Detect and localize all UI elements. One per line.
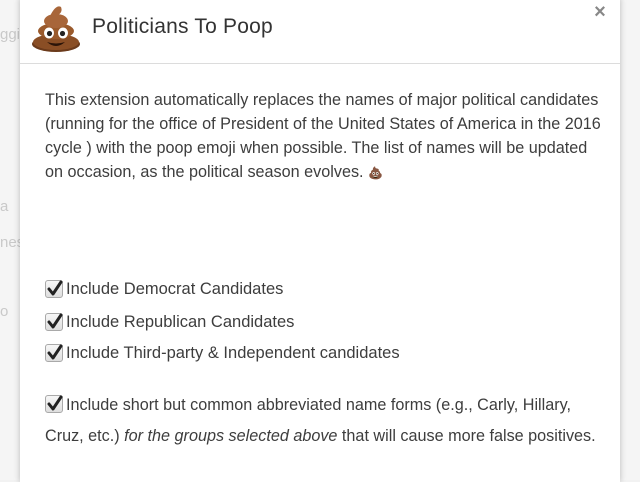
abbreviated-label-emphasis: for the groups selected above xyxy=(124,427,338,445)
description-text: This extension automatically replaces th… xyxy=(45,91,601,181)
checkmark-icon xyxy=(47,280,63,296)
checkmark-icon xyxy=(47,395,63,411)
dialog-title: Politicians To Poop xyxy=(92,15,273,38)
extension-description: This extension automatically replaces th… xyxy=(45,88,605,185)
third-party-checkbox[interactable] xyxy=(45,344,63,362)
democrat-checkbox[interactable] xyxy=(45,280,63,298)
dialog-header: Politicians To Poop × xyxy=(20,0,620,64)
checkmark-icon xyxy=(47,313,63,329)
close-button[interactable]: × xyxy=(590,2,610,22)
background-text-fragment: a xyxy=(0,198,9,215)
abbreviated-checkbox[interactable] xyxy=(45,395,63,413)
option-third-party[interactable]: Include Third-party & Independent candid… xyxy=(45,340,400,366)
background-text-fragment: o xyxy=(0,303,9,320)
background-text-fragment: ggi xyxy=(0,26,21,43)
option-republican[interactable]: Include Republican Candidates xyxy=(45,309,294,335)
options-dialog: Politicians To Poop × This extension aut… xyxy=(20,0,620,482)
option-abbreviated-names[interactable]: Include short but common abbreviated nam… xyxy=(45,390,605,452)
checkmark-icon xyxy=(47,344,63,360)
abbreviated-label-end: that will cause more false positives. xyxy=(337,427,596,445)
democrat-label: Include Democrat Candidates xyxy=(66,280,284,298)
option-democrat[interactable]: Include Democrat Candidates xyxy=(45,276,283,302)
poop-emoji-icon xyxy=(30,4,82,52)
republican-label: Include Republican Candidates xyxy=(66,313,295,331)
republican-checkbox[interactable] xyxy=(45,313,63,331)
third-party-label: Include Third-party & Independent candid… xyxy=(66,344,400,362)
poop-emoji-icon: 💩 xyxy=(368,166,383,180)
